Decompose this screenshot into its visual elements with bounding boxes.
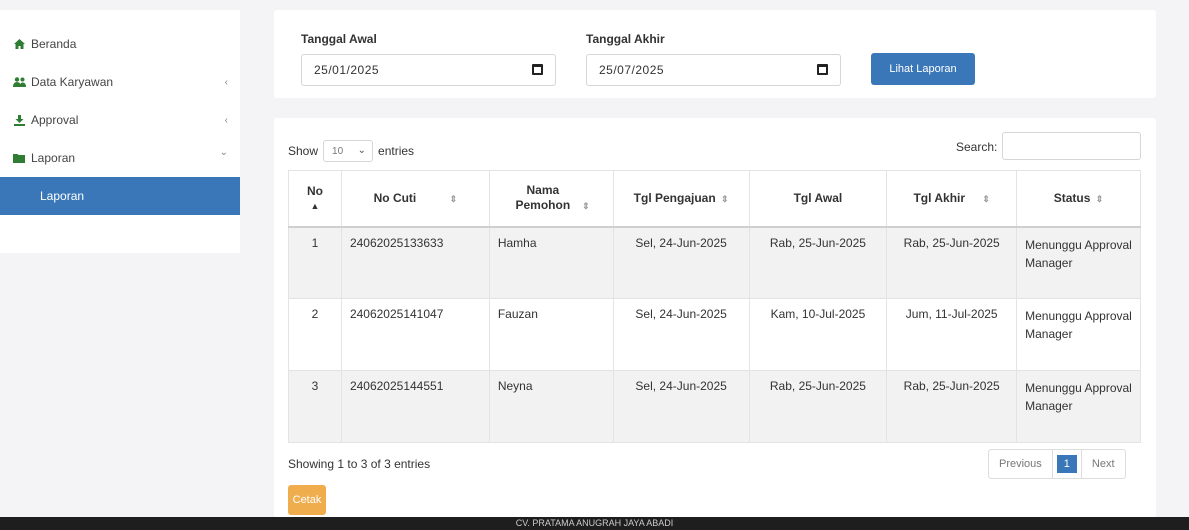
start-date-input[interactable]: 25/01/2025 [301, 54, 556, 86]
entries-select-value: 10 [332, 145, 344, 157]
col-header-label: Tgl Pengajuan [633, 191, 716, 206]
start-date-value: 25/01/2025 [314, 63, 380, 77]
col-header-label: Tgl Awal [793, 191, 843, 206]
table-row: 3 24062025144551 Neyna Sel, 24-Jun-2025 … [288, 370, 1141, 443]
users-icon [12, 76, 26, 88]
end-date-label: Tanggal Akhir [586, 32, 665, 46]
col-header-tgl-awal[interactable]: Tgl Awal [748, 170, 888, 228]
col-header-nama-pemohon[interactable]: Nama Pemohon ⇕ [488, 170, 614, 228]
sort-icon: ⇕ [582, 201, 590, 212]
col-header-label: Tgl Akhir [913, 191, 966, 206]
sidebar-item-label: Beranda [31, 37, 77, 51]
cell-tgl-pengajuan: Sel, 24-Jun-2025 [612, 298, 750, 371]
col-header-label: Nama Pemohon [515, 183, 571, 213]
cetak-button[interactable]: Cetak [288, 485, 326, 515]
sidebar-subitem-laporan[interactable]: Laporan [0, 177, 240, 215]
pagination: Previous 1 Next [988, 449, 1126, 479]
home-icon [12, 38, 26, 50]
start-date-label: Tanggal Awal [301, 32, 377, 46]
col-header-no[interactable]: No ▲ [288, 170, 342, 228]
previous-page-button[interactable]: Previous [989, 450, 1053, 478]
col-header-tgl-akhir[interactable]: Tgl Akhir ⇕ [886, 170, 1018, 228]
cell-status: Menunggu Approval Manager [1016, 298, 1141, 371]
cell-status: Menunggu Approval Manager [1016, 370, 1141, 443]
download-icon [12, 114, 26, 126]
report-table-panel: Show 10 ⌄ entries Search: No ▲ No Cuti ⇕ [274, 118, 1156, 518]
cell-no-cuti: 24062025141047 [340, 298, 490, 371]
folder-icon [12, 152, 26, 164]
col-header-label: Status [1053, 191, 1091, 206]
cell-tgl-akhir: Rab, 25-Jun-2025 [886, 370, 1018, 443]
sidebar-item-approval[interactable]: Approval ‹ [0, 101, 240, 139]
cell-tgl-pengajuan: Sel, 24-Jun-2025 [612, 370, 750, 443]
show-label: Show [288, 144, 319, 158]
col-header-label: No Cuti [373, 191, 417, 206]
cell-tgl-awal: Rab, 25-Jun-2025 [748, 370, 888, 443]
calendar-icon[interactable] [532, 64, 543, 75]
chevron-left-icon: ‹ [224, 76, 228, 88]
sort-icon: ⇕ [449, 194, 458, 205]
calendar-icon[interactable] [817, 64, 828, 75]
sort-icon: ⇕ [982, 194, 990, 205]
sidebar-subitem-label: Laporan [40, 189, 85, 203]
sort-icon: ⇕ [721, 194, 729, 205]
entries-select[interactable]: 10 ⌄ [323, 140, 374, 162]
cell-no: 2 [288, 298, 342, 371]
sort-asc-icon: ▲ [310, 201, 320, 212]
cell-no: 1 [288, 226, 342, 299]
next-page-button[interactable]: Next [1080, 450, 1125, 478]
cell-no-cuti: 24062025144551 [340, 370, 490, 443]
col-header-status[interactable]: Status ⇕ [1016, 170, 1141, 228]
end-date-value: 25/07/2025 [599, 63, 665, 77]
cell-no-cuti: 24062025133633 [340, 226, 490, 299]
sort-icon: ⇕ [1095, 194, 1104, 205]
table-info: Showing 1 to 3 of 3 entries [288, 457, 431, 471]
cell-nama: Fauzan [488, 298, 614, 371]
footer: CV. PRATAMA ANUGRAH JAYA ABADI [0, 517, 1189, 530]
lihat-laporan-button[interactable]: Lihat Laporan [871, 53, 975, 85]
cell-tgl-akhir: Jum, 11-Jul-2025 [886, 298, 1018, 371]
sidebar-panel: Beranda Data Karyawan ‹ Approval ‹ Lapor… [0, 10, 240, 253]
search-label: Search: [956, 140, 998, 154]
cell-nama: Neyna [488, 370, 614, 443]
sidebar-item-label: Approval [31, 113, 79, 127]
search-input[interactable] [1002, 132, 1141, 160]
sidebar-item-label: Laporan [31, 151, 76, 165]
chevron-down-icon: ⌄ [219, 147, 228, 158]
col-header-no-cuti[interactable]: No Cuti ⇕ [340, 170, 490, 228]
cell-tgl-akhir: Rab, 25-Jun-2025 [886, 226, 1018, 299]
chevron-down-icon: ⌄ [357, 145, 367, 156]
col-header-tgl-pengajuan[interactable]: Tgl Pengajuan ⇕ [612, 170, 750, 228]
end-date-input[interactable]: 25/07/2025 [586, 54, 841, 86]
cell-tgl-pengajuan: Sel, 24-Jun-2025 [612, 226, 750, 299]
table-row: 2 24062025141047 Fauzan Sel, 24-Jun-2025… [288, 298, 1141, 371]
cell-no: 3 [288, 370, 342, 443]
filter-panel: Tanggal Awal 25/01/2025 Tanggal Akhir 25… [274, 10, 1156, 98]
chevron-left-icon: ‹ [224, 114, 228, 126]
sidebar-item-laporan[interactable]: Laporan ⌄ [0, 139, 240, 177]
cell-tgl-awal: Rab, 25-Jun-2025 [748, 226, 888, 299]
entries-label: entries [378, 144, 415, 158]
sidebar-item-beranda[interactable]: Beranda [0, 25, 240, 63]
main-content: Tanggal Awal 25/01/2025 Tanggal Akhir 25… [240, 0, 1189, 530]
table-header-row: No ▲ No Cuti ⇕ Nama Pemohon ⇕ Tgl Pengaj… [288, 170, 1141, 228]
report-table: No ▲ No Cuti ⇕ Nama Pemohon ⇕ Tgl Pengaj… [288, 170, 1141, 443]
page-1-button[interactable]: 1 [1056, 455, 1077, 473]
col-header-label: No [306, 184, 323, 199]
cell-status: Menunggu Approval Manager [1016, 226, 1141, 299]
sidebar: Beranda Data Karyawan ‹ Approval ‹ Lapor… [0, 0, 240, 530]
entries-length-control: Show 10 ⌄ entries [288, 140, 414, 162]
sidebar-item-data-karyawan[interactable]: Data Karyawan ‹ [0, 63, 240, 101]
cell-nama: Hamha [488, 226, 614, 299]
sidebar-item-label: Data Karyawan [31, 75, 114, 89]
cell-tgl-awal: Kam, 10-Jul-2025 [748, 298, 888, 371]
table-row: 1 24062025133633 Hamha Sel, 24-Jun-2025 … [288, 226, 1141, 299]
